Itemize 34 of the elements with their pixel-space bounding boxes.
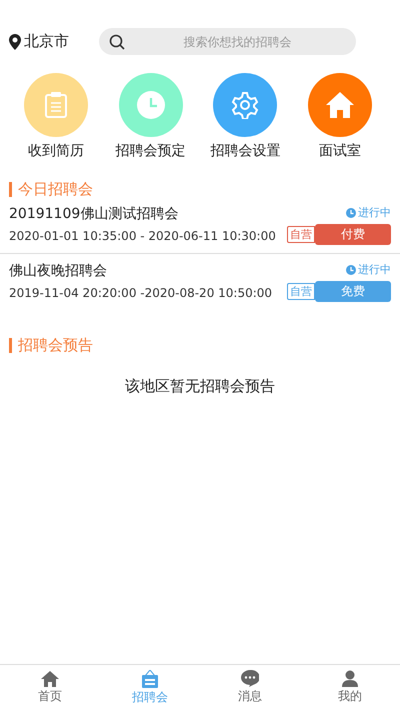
clipboard-icon: [44, 91, 68, 119]
fair-time: 2019-11-04 20:20:00 -2020-08-20 10:50:00: [9, 286, 272, 300]
nav-tab[interactable]: 首页: [0, 665, 100, 710]
nav-tab[interactable]: 消息: [200, 665, 300, 710]
shortcut-label: 招聘会设置: [210, 142, 280, 160]
nav-tab[interactable]: 我的: [300, 665, 400, 710]
home-icon: [41, 670, 59, 686]
fair-name[interactable]: 佛山夜晚招聘会: [9, 262, 272, 280]
settings-icon: [231, 91, 260, 119]
self-run-tag: 自营: [287, 226, 315, 243]
status-label: 进行中: [358, 262, 391, 277]
self-run-tag: 自营: [287, 283, 315, 300]
clock-icon: [346, 208, 356, 218]
fair-name[interactable]: 20191109佛山测试招聘会: [9, 205, 276, 223]
clock-icon: [346, 264, 356, 274]
home-icon: [326, 92, 354, 118]
clock-icon: [136, 91, 165, 119]
shortcut-label: 面试室: [318, 142, 361, 160]
signboard-icon: [141, 670, 159, 688]
chat-icon: [241, 670, 259, 687]
section-title: 招聘会预告: [18, 336, 93, 355]
section-title: 今日招聘会: [18, 180, 93, 199]
shortcut-label: 招聘会预定: [116, 142, 186, 160]
search-icon: [109, 34, 125, 50]
shortcut-label: 收到简历: [28, 142, 84, 160]
city-label[interactable]: 北京市: [24, 32, 69, 51]
location-pin-icon: [9, 34, 21, 50]
fee-tag: 付费: [315, 224, 391, 245]
empty-message: 该地区暂无招聘会预告: [125, 377, 275, 395]
status-label: 进行中: [358, 205, 391, 220]
search-field[interactable]: 搜索你想找的招聘会: [99, 28, 356, 55]
person-icon: [342, 670, 358, 687]
fair-time: 2020-01-01 10:35:00 - 2020-06-11 10:30:00: [9, 229, 276, 243]
fee-tag: 免费: [315, 281, 391, 302]
